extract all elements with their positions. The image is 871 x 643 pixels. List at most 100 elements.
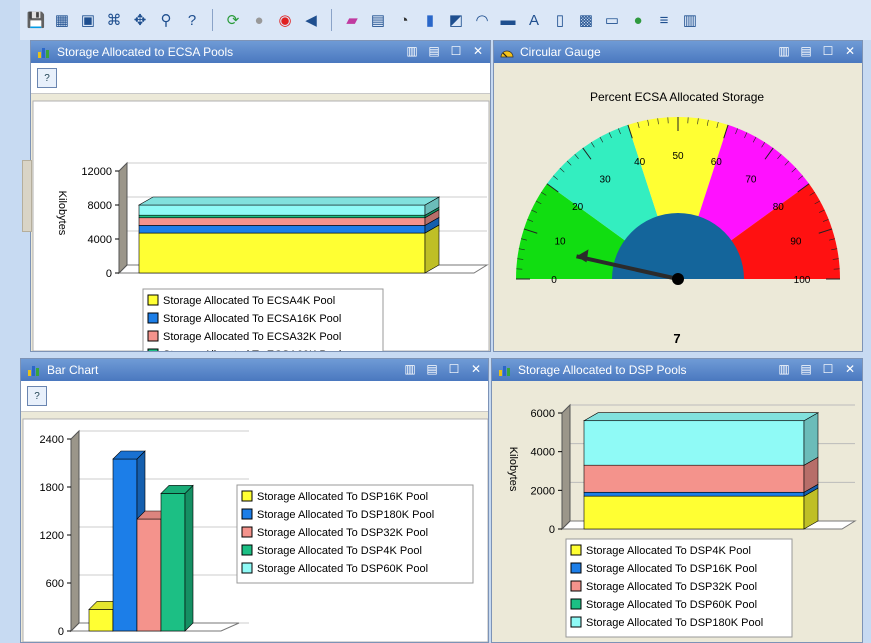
close-button[interactable]: ✕ [844, 44, 856, 58]
legend-swatch [147, 312, 159, 324]
grid-icon[interactable]: ▦ [52, 10, 72, 30]
legend-swatch [241, 562, 253, 574]
panel-ecsa-titlebar[interactable]: Storage Allocated to ECSA Pools ▥ ▤ ☐ ✕ [31, 41, 490, 63]
maximize-button[interactable]: ☐ [822, 44, 834, 58]
ecsa-chart: 0 4000 8000 12000 Kilobytes Storage Allocated… [32, 100, 490, 352]
close-button[interactable]: ✕ [844, 362, 856, 376]
library-icon[interactable]: ▥ [680, 10, 700, 30]
list-icon[interactable]: ≡ [654, 10, 674, 30]
y-tick-label: 4000 [88, 234, 112, 246]
gauge-icon[interactable]: ◠ [472, 10, 492, 30]
split-horizontal-button[interactable]: ▤ [426, 362, 438, 376]
panel-ecsa: Storage Allocated to ECSA Pools ▥ ▤ ☐ ✕ … [30, 40, 491, 352]
bar-segment-side [424, 224, 440, 274]
bar-chart-icon [498, 363, 512, 377]
split-horizontal-button[interactable]: ▤ [428, 44, 440, 58]
connector-icon[interactable]: ⌘ [104, 10, 124, 30]
bar-segment [138, 225, 426, 234]
split-vertical-button[interactable]: ▥ [778, 362, 790, 376]
legend-label: Storage Allocated To DSP32K Pool [586, 581, 757, 593]
chart-properties-icon[interactable]: ? [27, 386, 47, 406]
comment-icon[interactable]: ▭ [602, 10, 622, 30]
legend-label: Storage Allocated To DSP180K Pool [257, 509, 434, 521]
y-tick-label: 2000 [531, 485, 555, 497]
legend-label: Storage Allocated To DSP4K Pool [257, 545, 422, 557]
y-axis-wall [118, 161, 128, 275]
y-tick-label: 1200 [40, 530, 64, 542]
pause-icon[interactable]: ● [249, 10, 269, 30]
speaker-icon[interactable]: ◀ [301, 10, 321, 30]
refresh-icon[interactable]: ⟳ [223, 10, 243, 30]
help-icon[interactable]: ? [182, 10, 202, 30]
bar-chart: 0 600 1200 1800 2400 Storage Allocated To DSP… [22, 418, 488, 642]
bar-segment [138, 232, 426, 274]
gauge-tick-label: 30 [600, 175, 612, 186]
close-button[interactable]: ✕ [472, 44, 484, 58]
bar-segment [138, 204, 426, 216]
text-icon[interactable]: A [524, 10, 544, 30]
y-tick-label: 8000 [88, 200, 112, 212]
split-vertical-button[interactable]: ▥ [406, 44, 418, 58]
split-horizontal-button[interactable]: ▤ [800, 44, 812, 58]
legend-label: Storage Allocated To ECSA60K Pool [163, 349, 341, 352]
y-tick-label: 6000 [531, 408, 555, 420]
main-toolbar: 💾 ▦ ▣ ⌘ ✥ ⚲? ⟳ ● ◉ ◀ ▰ ▤ ◔ ▮ ◩ ◠ ▬ A ▯ ▩ ▭ ● ≡ ▥ [20, 0, 871, 40]
gauge-pivot [672, 273, 684, 285]
legend-swatch [241, 526, 253, 538]
panel-bar: Bar Chart ▥ ▤ ☐ ✕ ? 0 600 1200 1800 2400 Stor… [20, 358, 489, 643]
panel-dsp: Storage Allocated to DSP Pools ▥ ▤ ☐ ✕ 0… [491, 358, 863, 643]
gauge-tick-label: 70 [745, 175, 757, 186]
calendar-icon[interactable]: ▣ [78, 10, 98, 30]
image-icon[interactable]: ▩ [576, 10, 596, 30]
paint-icon[interactable]: ▰ [342, 10, 362, 30]
bar-chart-icon [27, 363, 41, 377]
move-icon[interactable]: ✥ [130, 10, 150, 30]
legend-label: Storage Allocated To DSP16K Pool [586, 563, 757, 575]
y-axis-wall [561, 403, 571, 531]
legend-swatch [147, 330, 159, 342]
close-button[interactable]: ✕ [470, 362, 482, 376]
chart-bar-icon[interactable]: ▬ [498, 10, 518, 30]
maximize-button[interactable]: ☐ [448, 362, 460, 376]
bar [160, 493, 186, 632]
bar-segment [583, 491, 805, 497]
bar-chart-icon [37, 45, 51, 59]
legend-swatch [570, 598, 582, 610]
chart-properties-icon[interactable]: ? [37, 68, 57, 88]
legend-swatch [570, 562, 582, 574]
globe-icon[interactable]: ● [628, 10, 648, 30]
document-icon[interactable]: ▯ [550, 10, 570, 30]
legend-label: Storage Allocated To DSP4K Pool [586, 545, 751, 557]
panel-dsp-titlebar[interactable]: Storage Allocated to DSP Pools ▥ ▤ ☐ ✕ [492, 359, 862, 381]
pie-icon[interactable]: ◔ [394, 10, 414, 30]
bar-segment [583, 495, 805, 530]
table-icon[interactable]: ▤ [368, 10, 388, 30]
legend-swatch [241, 508, 253, 520]
bar-segment [583, 420, 805, 466]
split-horizontal-button[interactable]: ▤ [800, 362, 812, 376]
gauge-tick-label: 10 [555, 237, 567, 248]
legend-label: Storage Allocated To DSP32K Pool [257, 527, 428, 539]
panel-dsp-title: Storage Allocated to DSP Pools [518, 363, 687, 377]
binoculars-icon[interactable]: ⚲ [156, 10, 176, 30]
gauge-value: 7 [673, 331, 680, 346]
bar [112, 458, 138, 632]
legend-label: Storage Allocated To ECSA32K Pool [163, 331, 341, 343]
gauge-title: Percent ECSA Allocated Storage [590, 90, 764, 104]
legend-label: Storage Allocated To ECSA16K Pool [163, 313, 341, 325]
legend-label: Storage Allocated To ECSA4K Pool [163, 295, 335, 307]
bar-chart-icon[interactable]: ▮ [420, 10, 440, 30]
y-tick-label: 0 [549, 524, 555, 536]
maximize-button[interactable]: ☐ [822, 362, 834, 376]
split-vertical-button[interactable]: ▥ [404, 362, 416, 376]
maximize-button[interactable]: ☐ [450, 44, 462, 58]
panel-ecsa-title: Storage Allocated to ECSA Pools [57, 45, 234, 59]
panel-gauge-title: Circular Gauge [520, 45, 601, 59]
save-icon[interactable]: 💾 [26, 10, 46, 30]
left-panel-splitter[interactable] [22, 160, 32, 232]
area-chart-icon[interactable]: ◩ [446, 10, 466, 30]
panel-gauge-titlebar[interactable]: Circular Gauge ▥ ▤ ☐ ✕ [494, 41, 862, 63]
split-vertical-button[interactable]: ▥ [778, 44, 790, 58]
panel-bar-titlebar[interactable]: Bar Chart ▥ ▤ ☐ ✕ [21, 359, 488, 381]
stop-icon[interactable]: ◉ [275, 10, 295, 30]
